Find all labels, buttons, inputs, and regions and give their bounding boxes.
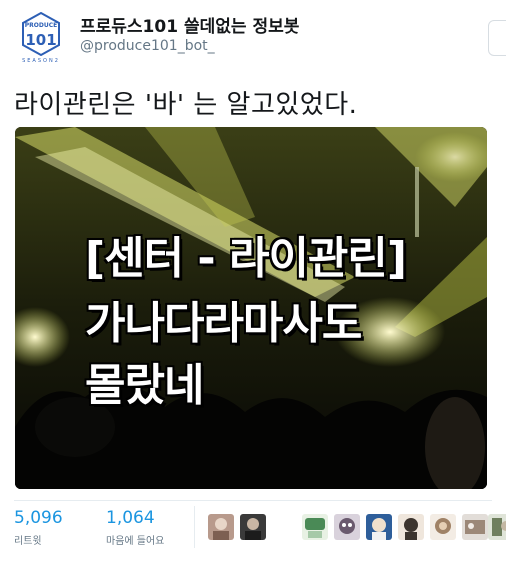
produce101-logo-icon: PRODUCE 101 — [22, 12, 60, 56]
liker-avatar[interactable] — [366, 514, 392, 540]
liker-avatar[interactable] — [240, 514, 266, 540]
tweet-image[interactable]: [센터 - 라이관린] 가나다라마사도 몰랐네 — [15, 127, 487, 489]
avatar-icon — [240, 514, 266, 540]
tweet-text: 라이관린은 '바' 는 알고있었다. — [14, 90, 358, 120]
liker-avatar[interactable] — [302, 514, 328, 540]
avatar-icon — [366, 514, 392, 540]
liker-avatar[interactable] — [208, 514, 234, 540]
profile-avatar[interactable]: PRODUCE 101 SEASON2 — [14, 10, 68, 64]
avatar-icon — [302, 514, 328, 540]
avatar-icon — [334, 514, 360, 540]
image-caption-line1: [센터 - 라이관린] — [85, 233, 407, 284]
logo-number-text: 101 — [25, 31, 56, 49]
retweet-count: 5,096 — [14, 508, 63, 528]
avatar-icon — [488, 514, 506, 540]
logo-top-text: PRODUCE — [25, 22, 57, 29]
liker-avatar[interactable] — [398, 514, 424, 540]
like-label: 마음에 들어요 — [106, 536, 165, 547]
avatar-icon — [462, 514, 488, 540]
stats-separator — [194, 506, 195, 548]
logo-season-text: SEASON2 — [22, 58, 60, 64]
follow-button[interactable] — [488, 20, 506, 56]
avatar-icon — [208, 514, 234, 540]
user-handle[interactable]: @produce101_bot_ — [80, 38, 215, 54]
tweet-header: PRODUCE 101 SEASON2 프로듀스101 쓸데없는 정보봇 @pr… — [0, 0, 506, 70]
display-name[interactable]: 프로듀스101 쓸데없는 정보봇 — [80, 12, 299, 37]
image-caption-line3: 몰랐네 — [85, 360, 204, 411]
avatar-icon — [430, 514, 456, 540]
liker-avatar[interactable] — [462, 514, 488, 540]
liker-avatar[interactable] — [334, 514, 360, 540]
liker-avatars — [208, 514, 506, 542]
image-caption-line2: 가나다라마사도 — [85, 298, 362, 349]
like-count: 1,064 — [106, 508, 155, 528]
liker-avatar[interactable] — [430, 514, 456, 540]
liker-avatar[interactable] — [488, 514, 506, 540]
avatar-icon — [398, 514, 424, 540]
stats-divider — [14, 500, 492, 501]
like-stat[interactable]: 1,064 마음에 들어요 — [106, 508, 164, 547]
retweet-stat[interactable]: 5,096 리트윗 — [14, 508, 63, 547]
retweet-label: 리트윗 — [14, 536, 42, 547]
